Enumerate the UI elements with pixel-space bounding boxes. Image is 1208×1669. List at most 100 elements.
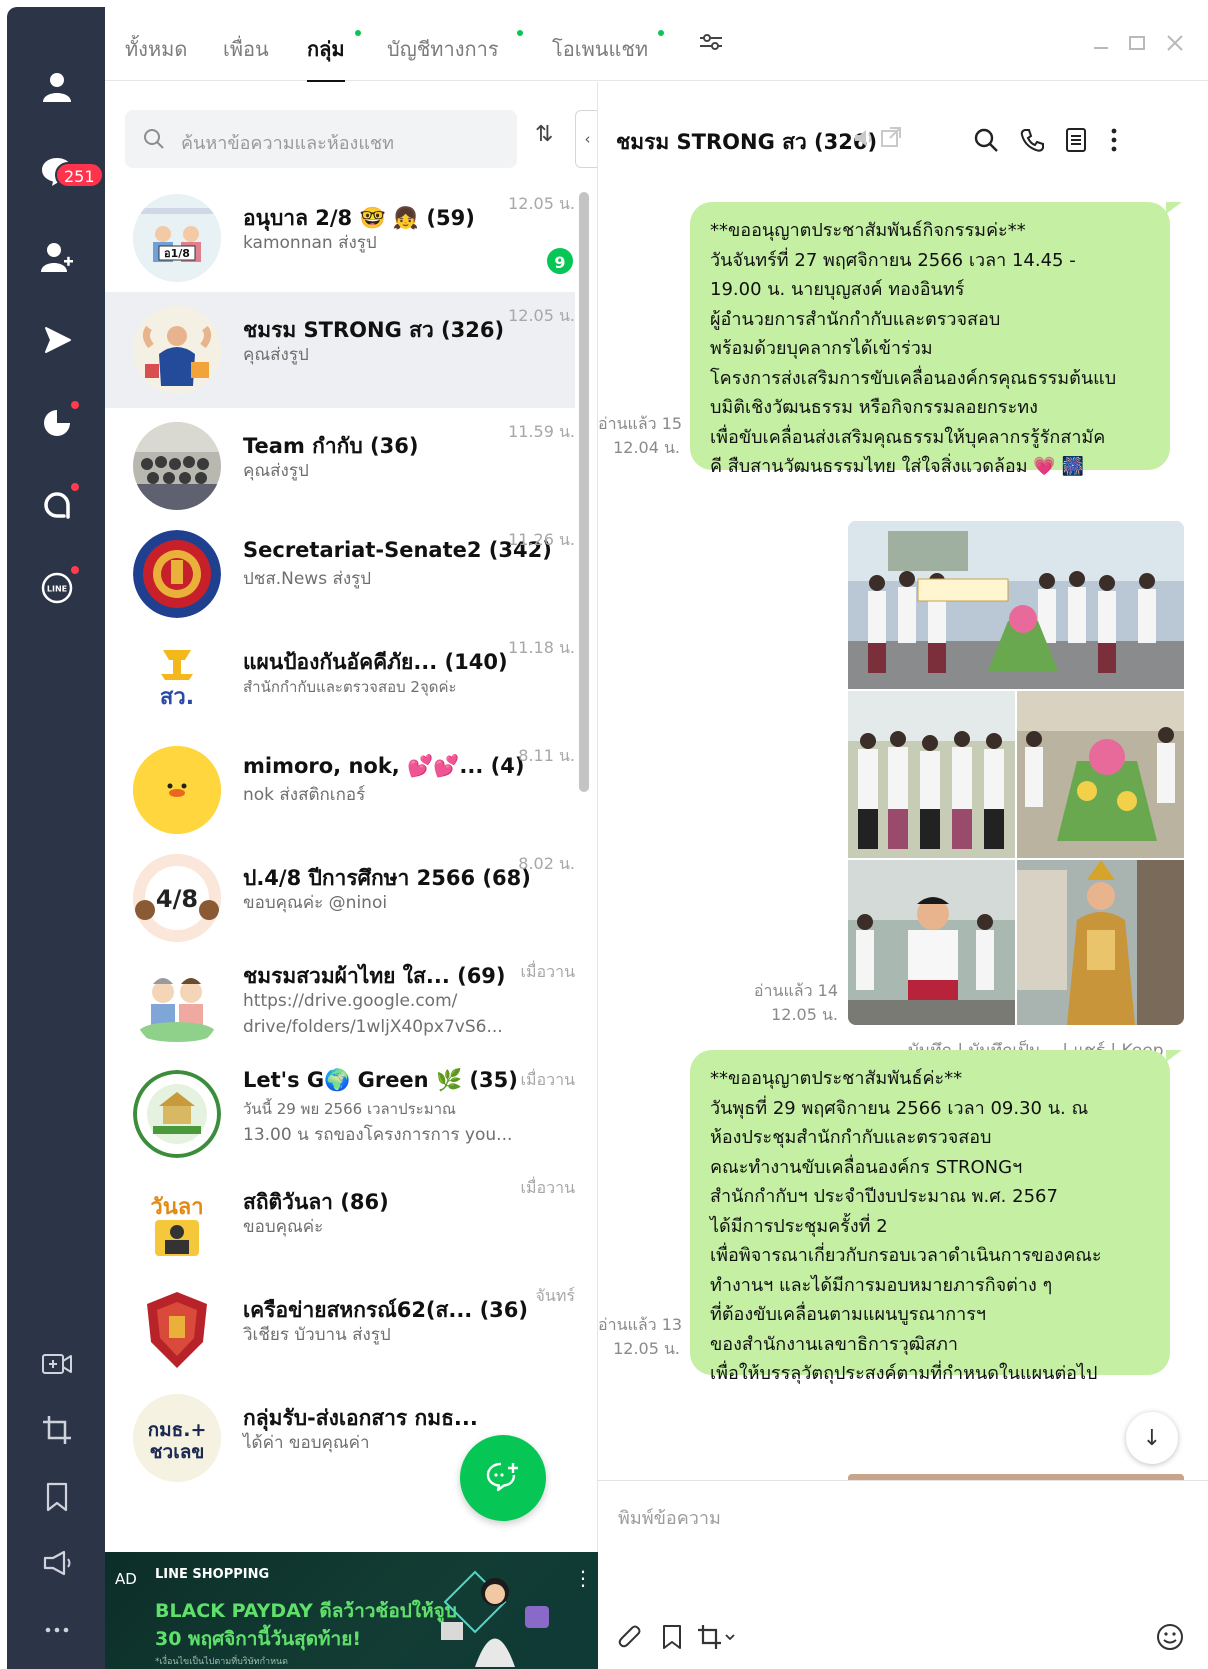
today-icon[interactable] <box>39 401 79 441</box>
chat-list-item[interactable]: สว. แผนป้องกันอัคคีภัย... (140) สำนักกำก… <box>105 624 575 740</box>
chat-title: mimoro, nok, 💕💕... (4) <box>243 754 525 778</box>
chat-list-item[interactable]: Let's G🌍 Green 🌿 (35) วันนี้ 29 พย 2566 … <box>105 1056 575 1172</box>
tab-official-accounts[interactable]: บัญชีทางการ <box>387 30 523 65</box>
chat-preview: คุณส่งรูป <box>243 461 309 481</box>
bookmark-icon[interactable] <box>39 1479 75 1515</box>
photo-album-message[interactable] <box>848 521 1184 1025</box>
photo[interactable] <box>848 691 1015 858</box>
ad-menu-icon[interactable]: ⋮ <box>573 1566 593 1590</box>
chat-preview-line2: drive/folders/1wljX40px7vS6... <box>243 1017 503 1037</box>
chat-avatar: วันลา <box>133 1178 221 1266</box>
video-call-icon[interactable] <box>39 1346 75 1382</box>
chat-room-pane: ชมรม STRONG สว (326) อ่านแล้ว 15 12.04 น… <box>598 82 1208 1669</box>
tab-friends[interactable]: เพื่อน <box>223 33 269 65</box>
message-meta: อ่านแล้ว 14 12.05 น. <box>708 979 838 1027</box>
chat-list-item[interactable]: เครือข่ายสหกรณ์62(ส... (36) วิเชียร บัวบ… <box>105 1272 575 1388</box>
chat-time: เมื่อวาน <box>520 1070 575 1089</box>
chat-preview: คุณส่งรูป <box>243 345 309 365</box>
chat-avatar: 4/8 <box>133 854 221 942</box>
message-line: ได้มีการประชุมครั้งที่ 2 <box>710 1215 888 1237</box>
chat-preview: วิเชียร บัวบาน ส่งรูป <box>243 1325 391 1345</box>
sort-icon[interactable]: ⇅ <box>535 122 553 147</box>
new-chat-button[interactable] <box>460 1435 546 1521</box>
ad-banner[interactable]: AD LINE SHOPPING BLACK PAYDAY ดีลว้าวช้อ… <box>105 1552 598 1669</box>
top-tab-bar: ทั้งหมด เพื่อน กลุ่ม บัญชีทางการ โอเพนแช… <box>105 7 1208 83</box>
notes-icon[interactable] <box>1060 124 1092 156</box>
chat-list-item[interactable]: ชมรมสวมผ้าไทย ใส... (69) https://drive.g… <box>105 948 575 1064</box>
message-input[interactable]: พิมพ์ข้อความ <box>618 1503 721 1532</box>
chat-list-item-selected[interactable]: ชมรม STRONG สว (326) คุณส่งรูป 12.05 น. <box>105 292 575 408</box>
message-meta: อ่านแล้ว 15 12.04 น. <box>598 412 682 460</box>
maximize-icon[interactable] <box>1123 29 1151 57</box>
ad-subheadline: 30 พฤศจิกานี้วันสุดท้าย! <box>155 1628 362 1650</box>
chat-list-item[interactable]: วันลา สถิติวันลา (86) ขอบคุณค่ะ เมื่อวาน <box>105 1164 575 1280</box>
openchat-icon[interactable] <box>39 483 79 523</box>
photo[interactable] <box>1017 860 1184 1025</box>
photo[interactable] <box>848 860 1015 1025</box>
collapse-list-button[interactable]: ‹ <box>575 110 597 168</box>
photo[interactable] <box>1017 691 1184 858</box>
attach-icon[interactable] <box>614 1621 646 1653</box>
search-icon[interactable] <box>970 124 1002 156</box>
chat-list-item[interactable]: Team กำกับ (36) คุณส่งรูป 11.59 น. <box>105 408 575 524</box>
chat-preview: ขอบคุณค่ะ @ninoi <box>243 893 388 913</box>
svg-text:4/8: 4/8 <box>156 885 198 913</box>
more-options-icon[interactable] <box>1098 124 1130 156</box>
tab-all[interactable]: ทั้งหมด <box>125 33 187 65</box>
screenshot-icon[interactable] <box>694 1621 738 1653</box>
message-time: 12.05 น. <box>771 1005 838 1024</box>
chat-list-item[interactable]: 4/8 ป.4/8 ปีการศึกษา 2566 (68) ขอบคุณค่ะ… <box>105 840 575 956</box>
user-icon[interactable] <box>39 69 75 105</box>
message-line: **ขออนุญาตประชาสัมพันธ์ค่ะ** <box>710 1068 963 1089</box>
filter-icon[interactable] <box>698 31 724 58</box>
chat-preview: ปชส.News ส่งรูป <box>243 569 372 589</box>
chat-list-scrollbar[interactable] <box>579 192 589 792</box>
svg-text:วันลา: วันลา <box>150 1195 203 1220</box>
close-icon[interactable] <box>1161 29 1189 57</box>
chat-avatar: กมธ.+ ชวเลข <box>133 1394 221 1482</box>
message-line: วันพุธที่ 29 พฤศจิกายน 2566 เวลา 09.30 น… <box>710 1097 1089 1119</box>
message-line: ของสำนักงานเลขาธิการวุฒิสภา <box>710 1333 958 1355</box>
external-window-icon[interactable] <box>880 126 902 148</box>
svg-text:LINE: LINE <box>47 585 67 594</box>
scroll-to-bottom-button[interactable]: ↓ <box>1126 1412 1178 1464</box>
mute-icon[interactable] <box>853 128 875 148</box>
line-icon[interactable]: LINE <box>39 566 79 606</box>
ad-headline: BLACK PAYDAY ดีลว้าวช้อปให้จูบ <box>155 1600 457 1622</box>
message-line: ห้องประชุมสำนักกำกับและตรวจสอบ <box>710 1127 992 1148</box>
minimize-icon[interactable] <box>1087 29 1115 57</box>
message-time: 12.05 น. <box>613 1339 680 1358</box>
message-bubble[interactable]: **ขออนุญาตประชาสัมพันธ์กิจกรรมค่ะ** วันจ… <box>690 202 1170 477</box>
message-line: สำนักกำกับฯ ประจำปีงบประมาณ พ.ศ. 2567 <box>710 1186 1058 1207</box>
message-line: ทำงานฯ และได้มีการมอบหมายภารกิจต่าง ๆ <box>710 1274 1053 1296</box>
chat-time: 8.02 น. <box>518 854 575 873</box>
tab-openchat[interactable]: โอเพนแชท <box>552 30 664 65</box>
photo[interactable] <box>848 521 1184 689</box>
chat-list-item[interactable]: อ1/8 อนุบาล 2/8 🤓 👧 (59) kamonnan ส่งรูป… <box>105 180 575 296</box>
ad-fineprint: *เงื่อนไขเป็นไปตามที่บริษัทกำหนด <box>155 1657 288 1667</box>
voom-icon[interactable] <box>39 322 75 358</box>
chat-avatar <box>133 422 221 510</box>
chat-avatar: สว. <box>133 638 221 726</box>
emoji-icon[interactable] <box>1154 1621 1186 1653</box>
chat-list-item[interactable]: mimoro, nok, 💕💕... (4) nok ส่งสติกเกอร์ … <box>105 732 575 848</box>
chat-time: 11.18 น. <box>508 638 575 657</box>
chat-avatar <box>133 1286 221 1374</box>
phone-icon[interactable] <box>1016 124 1048 156</box>
tab-groups[interactable]: กลุ่ม <box>307 30 361 83</box>
message-bubble[interactable]: **ขออนุญาตประชาสัมพันธ์ค่ะ** วันพุธที่ 2… <box>690 1050 1170 1384</box>
message-time: 12.04 น. <box>613 438 680 457</box>
message-line: คณะทำงานขับเคลื่อนองค์กร STRONGฯ <box>710 1156 1023 1178</box>
ad-brand: LINE SHOPPING <box>155 1567 270 1582</box>
chat-list-pane: ค้นหาข้อความและห้องแชท ⇅ ‹ อ1/8 อนุบาล 2… <box>105 82 598 1552</box>
search-placeholder: ค้นหาข้อความและห้องแชท <box>181 133 395 154</box>
chat-list-item[interactable]: Secretariat-Senate2 (342) ปชส.News ส่งรู… <box>105 516 575 632</box>
announce-icon[interactable] <box>39 1545 75 1581</box>
add-friend-icon[interactable] <box>39 239 75 275</box>
chat-preview: kamonnan ส่งรูป <box>243 233 377 253</box>
keep-bookmark-icon[interactable] <box>656 1621 688 1653</box>
more-icon[interactable] <box>39 1612 75 1648</box>
crop-icon[interactable] <box>39 1412 75 1448</box>
search-input[interactable]: ค้นหาข้อความและห้องแชท <box>125 110 517 168</box>
chat-time: เมื่อวาน <box>520 1178 575 1197</box>
